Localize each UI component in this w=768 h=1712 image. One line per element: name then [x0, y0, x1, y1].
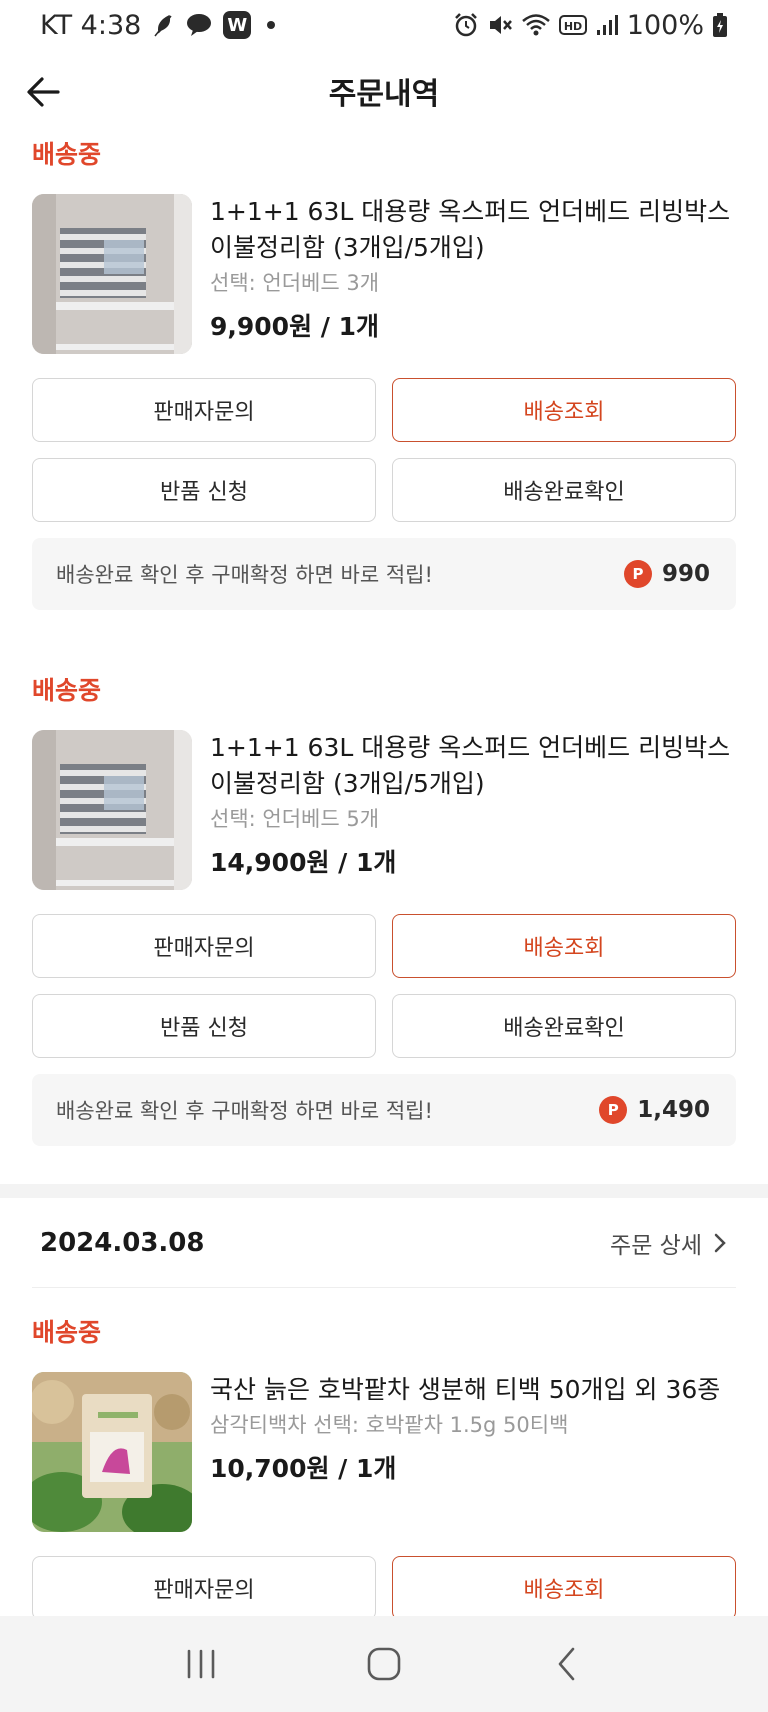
- reward-banner: 배송완료 확인 후 구매확정 하면 바로 적립! P 1,490: [32, 1074, 736, 1146]
- reward-value: 990: [661, 561, 710, 587]
- system-nav-bar: [0, 1616, 768, 1712]
- recent-apps-button[interactable]: [161, 1634, 241, 1694]
- reward-value: 1,490: [637, 1097, 710, 1123]
- home-icon: [367, 1647, 401, 1681]
- confirm-delivery-button[interactable]: 배송완료확인: [392, 994, 736, 1058]
- product-info: 1+1+1 63L 대용량 옥스퍼드 언더베드 리빙박스 이불정리함 (3개입/…: [210, 194, 736, 354]
- product-info: 1+1+1 63L 대용량 옥스퍼드 언더베드 리빙박스 이불정리함 (3개입/…: [210, 730, 736, 890]
- reward-text: 배송완료 확인 후 구매확정 하면 바로 적립!: [56, 1099, 433, 1123]
- product-name[interactable]: 1+1+1 63L 대용량 옥스퍼드 언더베드 리빙박스 이불정리함 (3개입/…: [210, 194, 736, 266]
- point-icon: P: [623, 560, 652, 588]
- seller-inquiry-button[interactable]: 판매자문의: [32, 378, 376, 442]
- mute-icon: [487, 12, 513, 38]
- reward-points: P 1,490: [599, 1096, 710, 1124]
- product-thumbnail[interactable]: [32, 1372, 192, 1532]
- seller-inquiry-button[interactable]: 판매자문의: [32, 1556, 376, 1616]
- signal-icon: [595, 13, 619, 37]
- chat-bubble-icon: [185, 12, 213, 38]
- order-detail-label: 주문 상세: [610, 1232, 702, 1259]
- svg-text:HD: HD: [564, 20, 582, 33]
- feather-icon: [151, 12, 175, 38]
- product-name[interactable]: 국산 늙은 호박팥차 생분해 티백 50개입 외 36종: [210, 1372, 736, 1408]
- track-delivery-button[interactable]: 배송조회: [392, 1556, 736, 1616]
- wifi-icon: [521, 12, 551, 38]
- status-bar: KT 4:38 W HD 100%: [0, 0, 768, 50]
- page-title: 주문내역: [328, 77, 440, 112]
- order-actions: 판매자문의 배송조회 반품 신청 배송완료확인: [32, 914, 736, 1058]
- product-option: 선택: 언더베드 3개: [210, 271, 380, 295]
- shipping-status-label: 배송중: [32, 140, 102, 169]
- product-row[interactable]: 1+1+1 63L 대용량 옥스퍼드 언더베드 리빙박스 이불정리함 (3개입/…: [32, 194, 736, 354]
- hd-icon: HD: [558, 13, 587, 37]
- arrow-left-icon: [27, 77, 60, 107]
- product-name[interactable]: 1+1+1 63L 대용량 옥스퍼드 언더베드 리빙박스 이불정리함 (3개입/…: [210, 730, 736, 802]
- track-delivery-button[interactable]: 배송조회: [392, 914, 736, 978]
- chevron-left-icon: [558, 1647, 574, 1681]
- order-item: 배송중 국산 늙은 호박팥차 생분해 티백 50개입 외 36종 삼각티백차 선…: [0, 1310, 768, 1616]
- product-option: 선택: 언더베드 5개: [210, 807, 380, 831]
- product-price: 9,900원 / 1개: [210, 312, 380, 341]
- product-row[interactable]: 국산 늙은 호박팥차 생분해 티백 50개입 외 36종 삼각티백차 선택: 호…: [32, 1372, 736, 1532]
- product-info: 국산 늙은 호박팥차 생분해 티백 50개입 외 36종 삼각티백차 선택: 호…: [210, 1372, 736, 1532]
- reward-banner: 배송완료 확인 후 구매확정 하면 바로 적립! P 990: [32, 538, 736, 610]
- order-item: 배송중 1+1+1 63L 대용량 옥스퍼드 언더베드 리빙박스 이불정리함 (…: [0, 668, 768, 1146]
- recent-apps-icon: [188, 1649, 215, 1679]
- back-button[interactable]: [20, 68, 68, 116]
- order-actions: 판매자문의 배송조회: [32, 1556, 736, 1616]
- status-left: KT 4:38 W: [40, 9, 276, 41]
- system-back-button[interactable]: [527, 1634, 607, 1694]
- product-price: 14,900원 / 1개: [210, 848, 397, 877]
- product-thumbnail[interactable]: [32, 730, 192, 890]
- order-item: 배송중 1+1+1 63L 대용량 옥스퍼드 언더베드 리빙박스 이불정리함 (…: [0, 132, 768, 610]
- w-app-icon: W: [223, 11, 252, 39]
- point-icon: P: [599, 1096, 628, 1124]
- battery-percent: 100%: [626, 9, 704, 41]
- alarm-icon: [453, 12, 479, 38]
- seller-inquiry-button[interactable]: 판매자문의: [32, 914, 376, 978]
- order-group-header: 2024.03.08 주문 상세: [32, 1198, 736, 1288]
- product-row[interactable]: 1+1+1 63L 대용량 옥스퍼드 언더베드 리빙박스 이불정리함 (3개입/…: [32, 730, 736, 890]
- home-button[interactable]: [344, 1634, 424, 1694]
- notification-dot-icon: [267, 21, 276, 29]
- order-detail-link[interactable]: 주문 상세: [610, 1226, 728, 1260]
- section-divider: [0, 1184, 768, 1198]
- return-request-button[interactable]: 반품 신청: [32, 994, 376, 1058]
- reward-text: 배송완료 확인 후 구매확정 하면 바로 적립!: [56, 563, 433, 587]
- carrier-time: KT 4:38: [40, 9, 142, 41]
- battery-icon: [712, 12, 728, 38]
- product-price: 10,700원 / 1개: [210, 1454, 397, 1483]
- order-list[interactable]: 배송중 1+1+1 63L 대용량 옥스퍼드 언더베드 리빙박스 이불정리함 (…: [0, 132, 768, 1616]
- shipping-status-label: 배송중: [32, 676, 102, 705]
- track-delivery-button[interactable]: 배송조회: [392, 378, 736, 442]
- chevron-right-icon: [714, 1233, 726, 1252]
- order-date: 2024.03.08: [40, 1227, 205, 1258]
- confirm-delivery-button[interactable]: 배송완료확인: [392, 458, 736, 522]
- shipping-status-label: 배송중: [32, 1318, 102, 1347]
- product-thumbnail[interactable]: [32, 194, 192, 354]
- status-right: HD 100%: [453, 10, 728, 41]
- product-option: 삼각티백차 선택: 호박팥차 1.5g 50티백: [210, 1413, 569, 1437]
- reward-points: P 990: [623, 560, 710, 588]
- order-actions: 판매자문의 배송조회 반품 신청 배송완료확인: [32, 378, 736, 522]
- app-header: 주문내역: [0, 50, 768, 132]
- return-request-button[interactable]: 반품 신청: [32, 458, 376, 522]
